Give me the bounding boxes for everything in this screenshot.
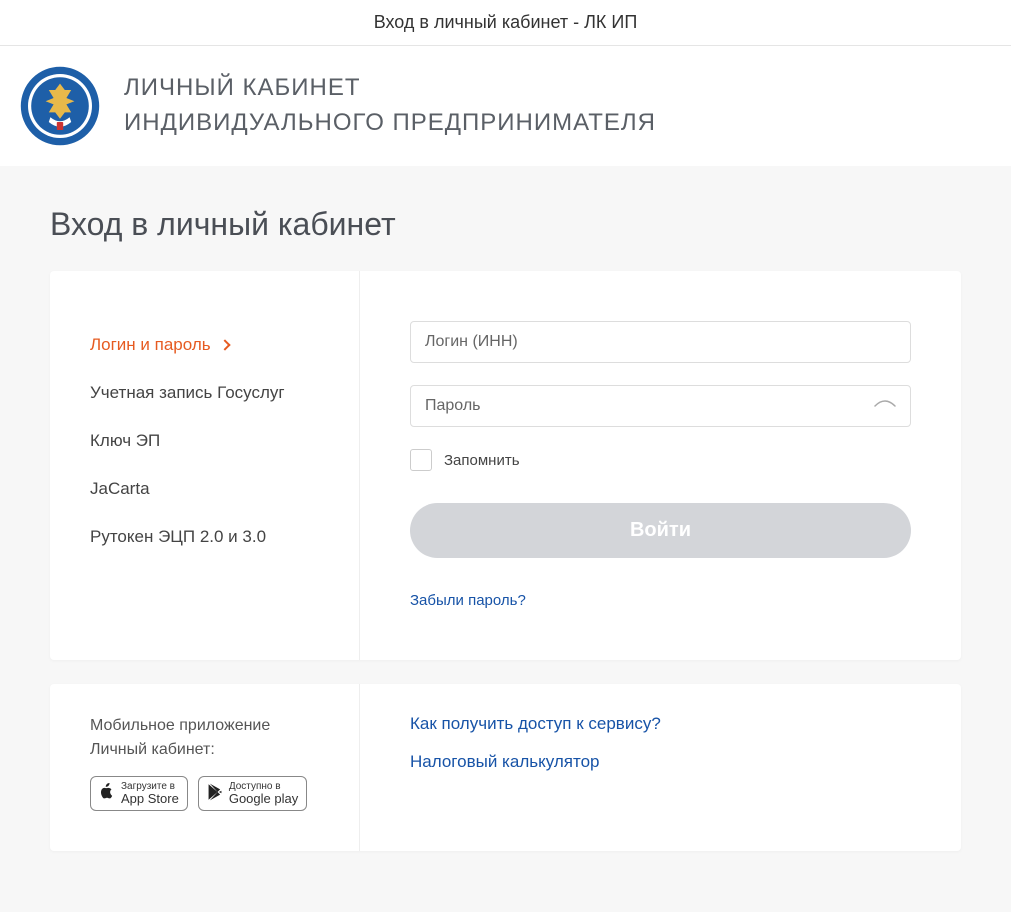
method-label: Учетная запись Госуслуг [90,383,285,402]
password-input[interactable] [410,385,911,427]
appstore-bottom: App Store [121,792,179,806]
help-access-link[interactable]: Как получить доступ к сервису? [410,714,911,734]
method-label: Ключ ЭП [90,431,160,450]
gplay-bottom: Google play [229,792,298,806]
fns-logo [20,66,100,146]
remember-checkbox[interactable] [410,449,432,471]
method-esignature-key[interactable]: Ключ ЭП [90,417,319,465]
login-input[interactable] [410,321,911,363]
header-line1: ЛИЧНЫЙ КАБИНЕТ [124,74,360,101]
method-jacarta[interactable]: JaCarta [90,465,319,513]
mobile-app-panel: Мобильное приложение Личный кабинет: Заг… [50,684,360,851]
method-label: Логин и пароль [90,335,211,354]
show-password-icon[interactable] [873,395,897,422]
method-label: JaCarta [90,479,150,498]
apple-icon [99,783,115,804]
login-form: Запомнить Войти Забыли пароль? [360,271,961,660]
page-title: Вход в личный кабинет [50,206,961,243]
remember-label: Запомнить [444,452,520,469]
mobile-title-line1: Мобильное приложение [90,717,270,734]
header-title: ЛИЧНЫЙ КАБИНЕТ ИНДИВИДУАЛЬНОГО ПРЕДПРИНИ… [124,71,656,141]
google-play-button[interactable]: Доступно в Google play [198,776,307,811]
mobile-app-title: Мобильное приложение Личный кабинет: [90,714,319,762]
tax-calculator-link[interactable]: Налоговый калькулятор [410,752,911,772]
method-label: Рутокен ЭЦП 2.0 и 3.0 [90,527,266,546]
method-rutoken[interactable]: Рутокен ЭЦП 2.0 и 3.0 [90,513,319,561]
app-store-button[interactable]: Загрузите в App Store [90,776,188,811]
method-gosuslugi[interactable]: Учетная запись Госуслуг [90,369,319,417]
mobile-title-line2: Личный кабинет: [90,741,215,758]
info-card: Мобильное приложение Личный кабинет: Заг… [50,684,961,851]
site-header: ЛИЧНЫЙ КАБИНЕТ ИНДИВИДУАЛЬНОГО ПРЕДПРИНИ… [0,46,1011,166]
chevron-right-icon [220,339,231,350]
forgot-password-link[interactable]: Забыли пароль? [410,592,526,609]
method-login-password[interactable]: Логин и пароль [90,321,319,369]
help-panel: Как получить доступ к сервису? Налоговый… [360,684,961,851]
submit-button[interactable]: Войти [410,503,911,558]
google-play-icon [207,783,223,804]
login-card: Логин и пароль Учетная запись Госуслуг К… [50,271,961,660]
auth-method-panel: Логин и пароль Учетная запись Госуслуг К… [50,271,360,660]
header-line2: ИНДИВИДУАЛЬНОГО ПРЕДПРИНИМАТЕЛЯ [124,109,656,136]
window-title: Вход в личный кабинет - ЛК ИП [0,0,1011,46]
